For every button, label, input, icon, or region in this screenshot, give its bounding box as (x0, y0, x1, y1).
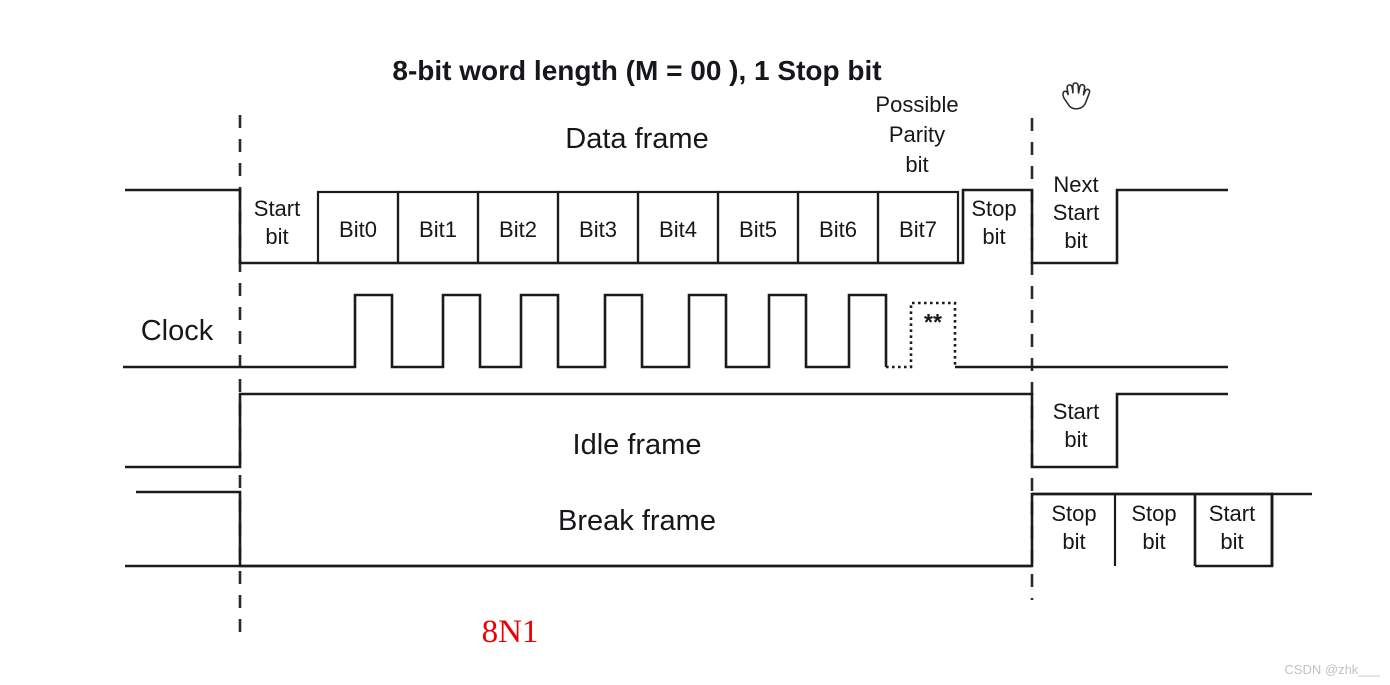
idle-start-bit-label-line2: bit (1064, 427, 1087, 452)
annotation-8n1: 8N1 (482, 614, 539, 650)
break-stop-bit-cell-2: Stop bit (1131, 501, 1176, 554)
watermark: CSDN @zhk___ (1284, 662, 1380, 677)
start-bit-label-line1: Start (254, 196, 300, 221)
data-bit-label: Bit3 (579, 217, 617, 242)
next-start-bit-label-line2: Start (1053, 200, 1099, 225)
uart-frame-diagram: 8-bit word length (M = 00 ), 1 Stop bit … (0, 0, 1390, 685)
data-bit-label: Bit4 (659, 217, 697, 242)
idle-frame-label: Idle frame (573, 429, 702, 461)
page-title: 8-bit word length (M = 00 ), 1 Stop bit (392, 55, 881, 86)
clock-marker-label: ** (924, 309, 942, 335)
data-bit-label: Bit7 (899, 217, 937, 242)
stop-bit-label-line2: bit (982, 224, 1005, 249)
break-cell-label-line1: Start (1209, 501, 1255, 526)
diagram-canvas: 8-bit word length (M = 00 ), 1 Stop bit … (123, 55, 1381, 677)
optional-parity-clock-pulse (886, 301, 957, 369)
idle-start-bit-cell: Start bit (1053, 399, 1099, 452)
clock-label: Clock (141, 315, 214, 347)
start-bit-label-line2: bit (265, 224, 288, 249)
stop-bit-label-line1: Stop (971, 196, 1016, 221)
data-frame-label: Data frame (565, 123, 708, 155)
data-frame-waveform: Start bit Bit0 Bit1 Bit2 Bit3 Bit4 Bit5 … (125, 172, 1228, 265)
data-bit-label: Bit1 (419, 217, 457, 242)
next-start-bit-label-line1: Next (1053, 172, 1098, 197)
data-bit-label: Bit2 (499, 217, 537, 242)
possible-parity-bit-note: Possible Parity bit (875, 92, 958, 177)
next-start-bit-cell: Next Start bit (1053, 172, 1099, 253)
break-cell-label-line1: Stop (1051, 501, 1096, 526)
data-bit-label: Bit5 (739, 217, 777, 242)
parity-note-line-2: Parity (889, 122, 945, 147)
break-cell-label-line2: bit (1062, 529, 1085, 554)
idle-start-bit-label-line1: Start (1053, 399, 1099, 424)
break-frame-tail (1270, 492, 1312, 566)
idle-frame-waveform: Idle frame Start bit (125, 392, 1228, 469)
break-stop-bit-cell-1: Stop bit (1051, 501, 1096, 554)
break-cell-label-line1: Stop (1131, 501, 1176, 526)
break-frame-waveform: Break frame Stop bit Stop bit Start bit (125, 490, 1312, 568)
break-cell-label-line2: bit (1142, 529, 1165, 554)
clock-waveform: Clock ** (123, 293, 1228, 369)
next-start-bit-label-line3: bit (1064, 228, 1087, 253)
break-frame-label: Break frame (558, 505, 716, 537)
clock-pulse-train (123, 293, 888, 369)
start-bit-cell: Start bit (254, 196, 300, 249)
break-cell-label-line2: bit (1220, 529, 1243, 554)
data-bit-cells: Bit0 Bit1 Bit2 Bit3 Bit4 Bit5 Bit6 Bit7 (316, 190, 960, 265)
grab-hand-cursor (1062, 82, 1091, 110)
parity-note-line-1: Possible (875, 92, 958, 117)
data-bit-label: Bit6 (819, 217, 857, 242)
parity-note-line-3: bit (905, 152, 928, 177)
stop-bit-cell: Stop bit (971, 196, 1016, 249)
break-start-bit-cell: Start bit (1209, 501, 1255, 554)
data-bit-label: Bit0 (339, 217, 377, 242)
